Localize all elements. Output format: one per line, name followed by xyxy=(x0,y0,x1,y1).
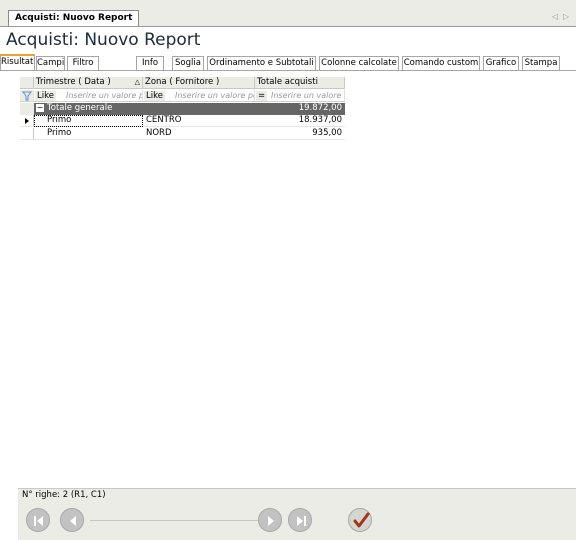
grand-total-label-cell[interactable]: − Totale generale xyxy=(34,103,255,115)
tab-risultato[interactable]: Risultato xyxy=(0,54,35,71)
row-selector[interactable] xyxy=(20,103,34,115)
tab-filtro[interactable]: Filtro xyxy=(67,56,99,71)
filter-cell-totale[interactable]: = Inserire un valore xyxy=(255,90,345,102)
filter-operator[interactable]: Like xyxy=(144,91,165,101)
filter-placeholder: Inserire un valore p xyxy=(66,91,142,100)
cell-totale[interactable]: 935,00 xyxy=(255,128,345,140)
row-pointer-icon[interactable] xyxy=(20,115,34,127)
filter-cell-trimestre[interactable]: Like Inserire un valore p xyxy=(34,90,143,102)
row-selector[interactable] xyxy=(20,128,34,140)
cell-trimestre[interactable]: Primo xyxy=(34,128,143,140)
sort-ascending-icon: △ xyxy=(134,78,140,86)
column-header-totale[interactable]: Totale acquisti xyxy=(255,77,345,89)
tab-scroll-left-icon[interactable]: ◁ xyxy=(552,12,558,21)
tab-strip: Risultato Campi Filtro Info Soglia Ordin… xyxy=(0,54,576,71)
first-record-icon[interactable] xyxy=(26,508,50,532)
column-header-zona[interactable]: Zona ( Fornitore ) xyxy=(143,77,255,89)
record-navigation-bar xyxy=(18,500,576,540)
page-title: Acquisti: Nuovo Report xyxy=(6,30,201,50)
grand-total-value[interactable]: 19.872,00 xyxy=(255,103,345,115)
tab-soglia[interactable]: Soglia xyxy=(172,56,204,71)
last-record-icon[interactable] xyxy=(288,508,312,532)
cell-trimestre[interactable]: Primo xyxy=(34,115,143,127)
document-tab[interactable]: Acquisti: Nuovo Report xyxy=(8,10,140,26)
filter-placeholder: Inserire un valore pe xyxy=(175,91,254,100)
filter-icon xyxy=(20,90,34,102)
filter-placeholder: Inserire un valore xyxy=(271,91,342,100)
status-bar: N° righe: 2 (R1, C1) xyxy=(18,488,576,500)
tab-grafico[interactable]: Grafico xyxy=(483,56,519,71)
table-row[interactable]: Primo CENTRO 18.937,00 xyxy=(20,115,345,127)
cell-totale[interactable]: 18.937,00 xyxy=(255,115,345,127)
filter-operator[interactable]: Like xyxy=(35,91,56,101)
grand-total-label: Totale generale xyxy=(47,103,113,113)
table-row[interactable]: Primo NORD 935,00 xyxy=(20,128,345,140)
document-tab-bar: Acquisti: Nuovo Report ◁ ▷ xyxy=(0,0,576,27)
grid-filter-row: Like Inserire un valore p Like Inserire … xyxy=(20,90,345,102)
nav-separator xyxy=(90,520,258,521)
prev-record-icon[interactable] xyxy=(60,508,84,532)
filter-cell-zona[interactable]: Like Inserire un valore pe xyxy=(143,90,255,102)
grid-header-row: Trimestre ( Data ) △ Zona ( Fornitore ) … xyxy=(20,77,345,89)
collapse-icon[interactable]: − xyxy=(36,103,44,112)
tab-ordinamento[interactable]: Ordinamento e Subtotali xyxy=(207,56,316,71)
tab-comando-custom[interactable]: Comando custom xyxy=(402,56,480,71)
tab-scroll-right-icon[interactable]: ▷ xyxy=(563,12,569,21)
tab-colonne-calcolate[interactable]: Colonne calcolate xyxy=(319,56,399,71)
tab-info[interactable]: Info xyxy=(136,56,164,71)
tab-stampa[interactable]: Stampa xyxy=(522,56,560,71)
column-header-trimestre[interactable]: Trimestre ( Data ) △ xyxy=(34,77,143,89)
cell-zona[interactable]: NORD xyxy=(143,128,255,140)
checkmark-icon[interactable] xyxy=(348,508,372,532)
grand-total-row[interactable]: − Totale generale 19.872,00 xyxy=(20,103,345,115)
next-record-icon[interactable] xyxy=(258,508,282,532)
column-header-label: Trimestre ( Data ) xyxy=(36,77,111,87)
tab-campi[interactable]: Campi xyxy=(36,56,65,71)
filter-operator[interactable]: = xyxy=(256,91,268,101)
cell-zona[interactable]: CENTRO xyxy=(143,115,255,127)
row-selector-header xyxy=(20,77,34,89)
